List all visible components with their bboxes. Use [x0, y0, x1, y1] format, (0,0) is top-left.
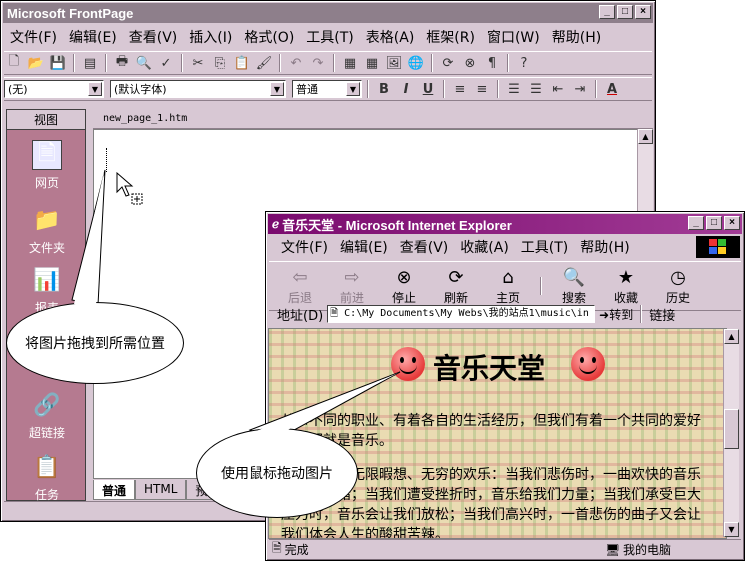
callout-pointer-fill-2: [254, 373, 398, 438]
